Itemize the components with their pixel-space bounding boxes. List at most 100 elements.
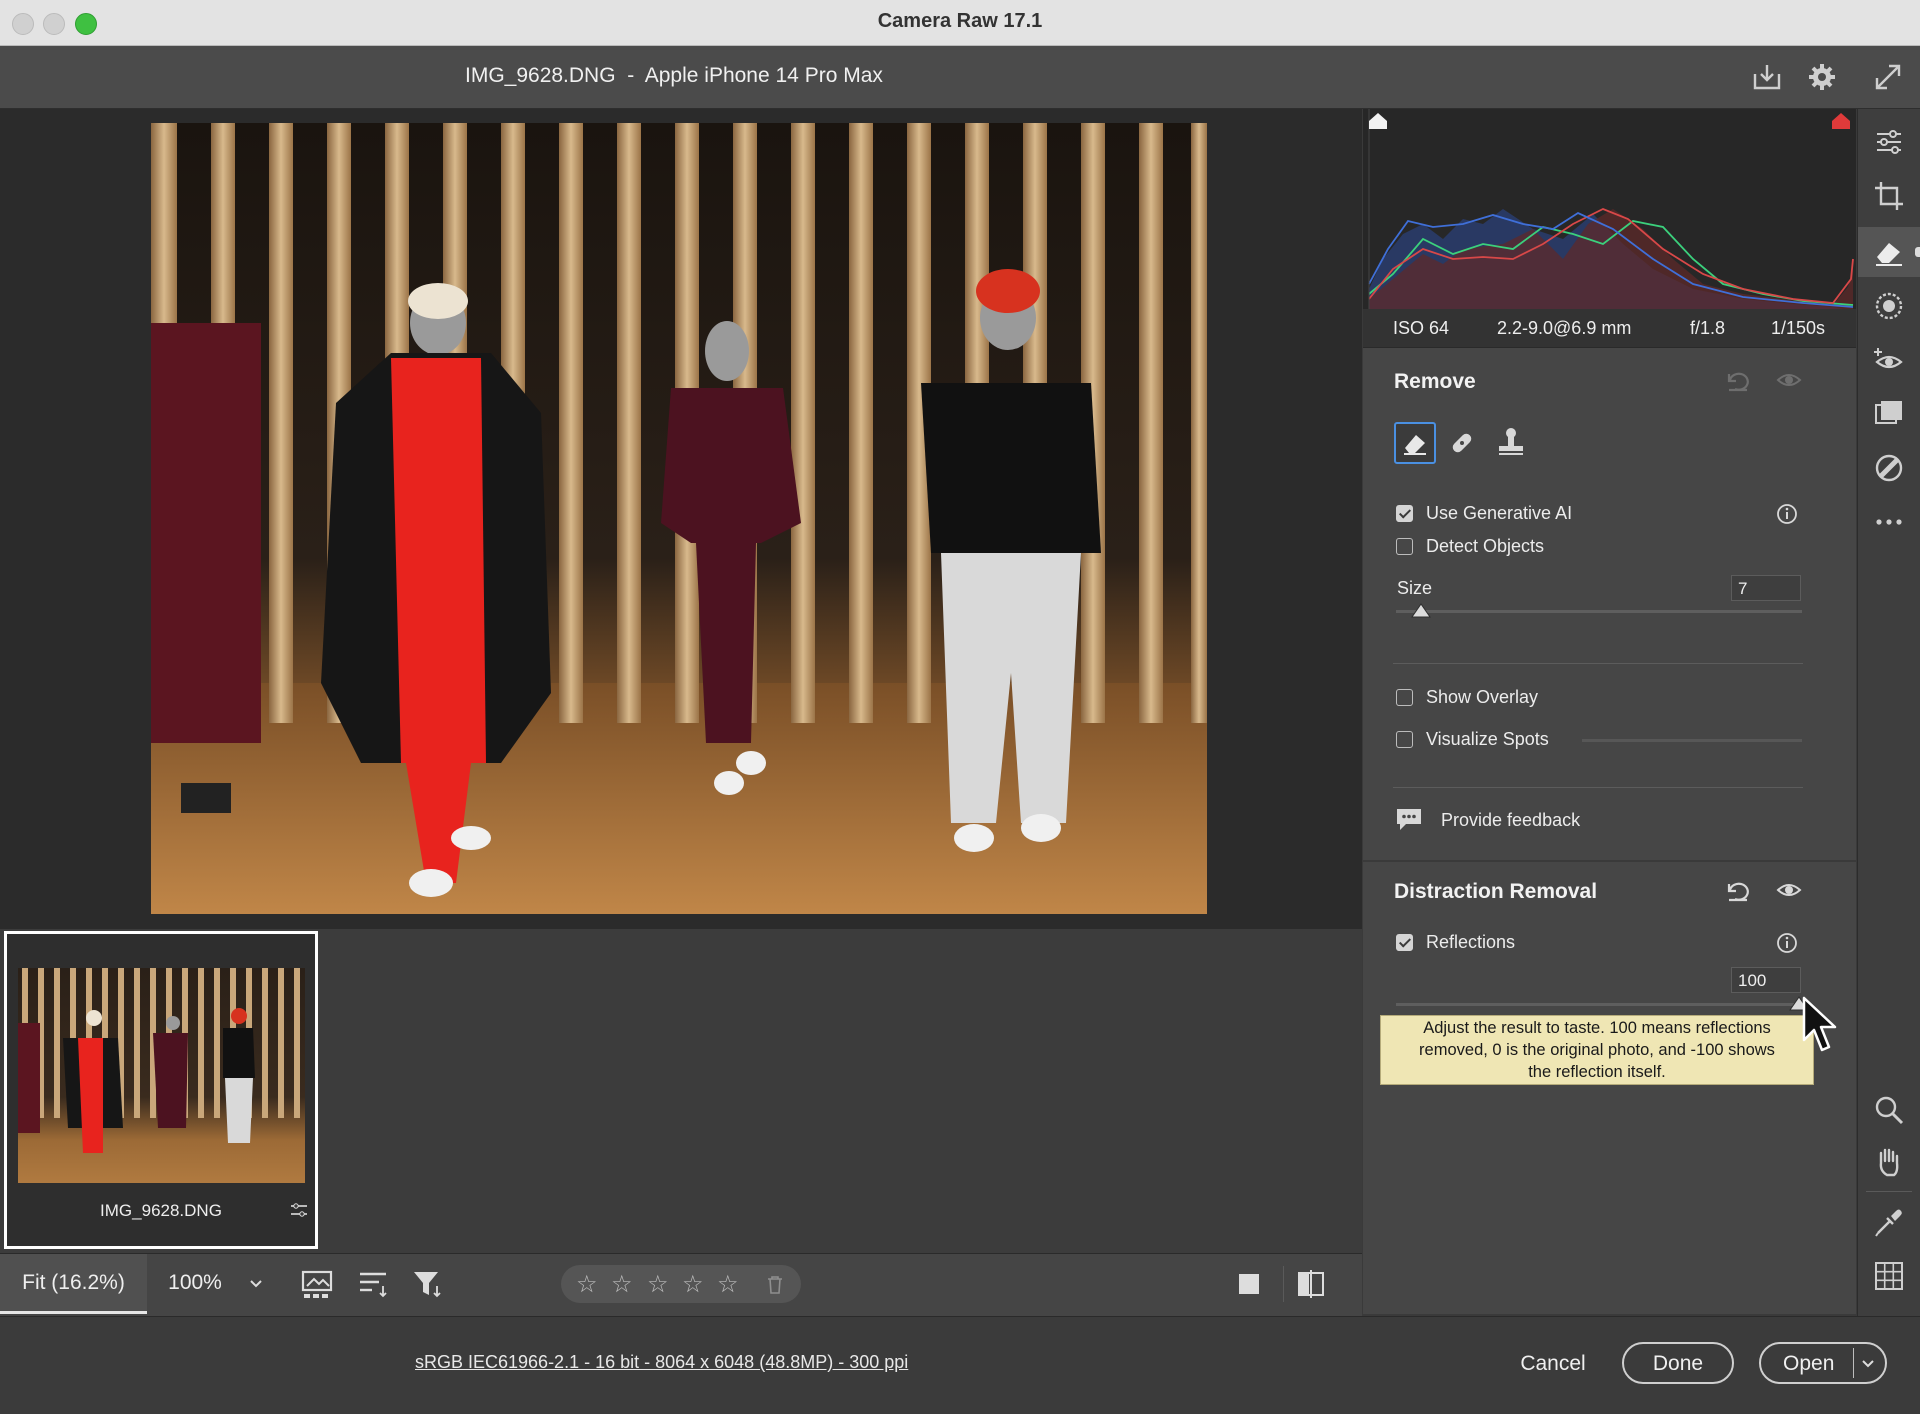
clone-stamp-icon[interactable] — [1495, 426, 1527, 458]
image-preview-area[interactable] — [0, 109, 1362, 929]
remove-section-title: Remove — [1394, 370, 1476, 393]
reflections-label: Reflections — [1426, 932, 1516, 952]
show-overlay-label: Show Overlay — [1426, 687, 1539, 707]
section-divider — [1363, 860, 1856, 862]
open-options-chevron-icon[interactable] — [1860, 1357, 1876, 1371]
tooltip-line-3: the reflection itself. — [1528, 1063, 1666, 1081]
active-tool-indicator — [1915, 247, 1920, 257]
feedback-speech-bubble-icon — [1397, 809, 1421, 830]
divider — [1393, 663, 1803, 664]
open-button-label: Open — [1783, 1352, 1835, 1375]
star-1-icon[interactable]: ☆ — [576, 1270, 598, 1299]
star-4-icon[interactable]: ☆ — [682, 1270, 704, 1299]
use-generative-ai-checkbox[interactable] — [1396, 505, 1413, 522]
visualize-spots-slider[interactable] — [1582, 739, 1802, 742]
filmstrip-thumbnail[interactable]: IMG_9628.DNG — [4, 931, 318, 1249]
highlight-clipping-warning-icon[interactable] — [1830, 112, 1852, 130]
show-overlay-checkbox[interactable] — [1396, 689, 1413, 706]
exif-focal-length: 2.2-9.0@6.9 mm — [1497, 318, 1632, 338]
exif-info-bar: ISO 64 2.2-9.0@6.9 mm f/1.8 1/150s — [1363, 309, 1856, 348]
detect-objects-label: Detect Objects — [1426, 536, 1545, 556]
star-3-icon[interactable]: ☆ — [647, 1270, 669, 1299]
trash-icon[interactable] — [766, 1275, 784, 1295]
title-bar: Camera Raw 17.1 — [0, 0, 1920, 46]
settings-gear-icon[interactable] — [1805, 60, 1839, 94]
histogram[interactable] — [1363, 109, 1856, 309]
thumbnail-filename: IMG_9628.DNG — [100, 1201, 222, 1220]
detect-objects-checkbox[interactable] — [1396, 538, 1413, 555]
more-options-icon[interactable] — [1872, 505, 1906, 539]
window-title: Camera Raw 17.1 — [877, 10, 1043, 32]
single-view-icon[interactable] — [1236, 1271, 1262, 1297]
tool-divider — [1866, 1191, 1912, 1192]
size-slider-track[interactable] — [1396, 610, 1802, 613]
fit-zoom-button[interactable]: Fit (16.2%) — [0, 1254, 147, 1314]
star-rating[interactable]: ☆ ☆ ☆ ☆ ☆ — [561, 1265, 801, 1303]
exif-shutter: 1/150s — [1771, 318, 1826, 338]
before-after-view-icon[interactable] — [1296, 1269, 1326, 1299]
white-balance-eyedropper-icon[interactable] — [1872, 1205, 1906, 1239]
fullscreen-icon[interactable] — [1871, 60, 1905, 94]
star-2-icon[interactable]: ☆ — [611, 1270, 633, 1299]
visualize-spots-checkbox[interactable] — [1396, 731, 1413, 748]
preview-toolbar: Fit (16.2%) 100% ☆ ☆ ☆ ☆ ☆ — [0, 1253, 1362, 1316]
filmstrip-toggle-icon[interactable] — [301, 1268, 337, 1300]
reflections-info-icon[interactable] — [1776, 932, 1798, 954]
zoom-magnifier-icon[interactable] — [1872, 1093, 1906, 1127]
open-button[interactable]: Open — [1759, 1342, 1887, 1384]
store-window-photo — [151, 123, 1207, 914]
reflections-value-field[interactable]: 100 — [1731, 967, 1801, 993]
remove-eraser-icon[interactable] — [1872, 235, 1906, 269]
done-button[interactable]: Done — [1622, 1342, 1734, 1384]
size-label: Size — [1397, 578, 1433, 598]
heal-bandage-icon[interactable] — [1447, 428, 1477, 458]
edited-badge-icon — [291, 1203, 307, 1217]
edit-sliders-icon[interactable] — [1872, 125, 1906, 159]
reflections-tooltip: Adjust the result to taste. 100 means re… — [1380, 1015, 1814, 1085]
filter-icon[interactable] — [411, 1268, 445, 1300]
mouse-pointer-icon — [1802, 996, 1837, 1052]
reflections-checkbox[interactable] — [1396, 934, 1413, 951]
exif-aperture: f/1.8 — [1690, 318, 1726, 338]
size-slider-thumb[interactable] — [1410, 601, 1432, 619]
grid-overlay-icon[interactable] — [1872, 1259, 1906, 1293]
distraction-visibility-eye-icon[interactable] — [1776, 880, 1802, 900]
photo-preview[interactable] — [151, 123, 1207, 914]
info-icon[interactable] — [1776, 503, 1798, 525]
red-eye-icon[interactable] — [1872, 343, 1906, 377]
file-title: IMG_9628.DNG - Apple iPhone 14 Pro Max — [465, 64, 883, 87]
masking-icon[interactable] — [1872, 289, 1906, 323]
dialog-footer: sRGB IEC61966-2.1 - 16 bit - 8064 x 6048… — [0, 1316, 1920, 1414]
sort-icon[interactable] — [357, 1268, 391, 1300]
edit-panel: Remove Use Generative AI Detect Objects … — [1363, 348, 1856, 1314]
remove-reset-icon[interactable] — [1723, 368, 1751, 394]
zoom-dropdown-chevron-icon[interactable] — [248, 1276, 264, 1292]
document-header: IMG_9628.DNG - Apple iPhone 14 Pro Max — [0, 46, 1920, 109]
distraction-reset-icon[interactable] — [1723, 878, 1751, 904]
workflow-options-link[interactable]: sRGB IEC61966-2.1 - 16 bit - 8064 x 6048… — [415, 1352, 908, 1373]
distraction-removal-title: Distraction Removal — [1394, 880, 1598, 903]
hand-tool-icon[interactable] — [1872, 1145, 1906, 1179]
eraser-icon — [1404, 435, 1426, 455]
star-5-icon[interactable]: ☆ — [717, 1270, 739, 1299]
snapshots-icon[interactable] — [1872, 397, 1906, 431]
visualize-spots-label: Visualize Spots — [1426, 729, 1549, 749]
exif-iso: ISO 64 — [1393, 318, 1450, 338]
zoom-100-button[interactable]: 100% — [149, 1254, 241, 1314]
save-image-icon[interactable] — [1750, 60, 1784, 94]
reflections-slider-track[interactable] — [1396, 1003, 1802, 1006]
cancel-button[interactable]: Cancel — [1493, 1342, 1613, 1384]
tooltip-line-1: Adjust the result to taste. 100 means re… — [1423, 1019, 1771, 1037]
remove-tool-button[interactable] — [1394, 422, 1436, 464]
presets-icon[interactable] — [1872, 451, 1906, 485]
filmstrip: IMG_9628.DNG — [0, 929, 1362, 1253]
remove-visibility-eye-icon[interactable] — [1776, 370, 1802, 390]
provide-feedback-link[interactable]: Provide feedback — [1441, 810, 1580, 831]
crop-icon[interactable] — [1872, 179, 1906, 213]
size-value-field[interactable]: 7 — [1731, 575, 1801, 601]
shadow-clipping-warning-icon[interactable] — [1367, 112, 1389, 130]
divider — [1393, 787, 1803, 788]
thumbnail-image — [18, 968, 305, 1183]
tooltip-line-2: removed, 0 is the original photo, and -1… — [1419, 1041, 1775, 1059]
tool-strip — [1857, 109, 1920, 1316]
